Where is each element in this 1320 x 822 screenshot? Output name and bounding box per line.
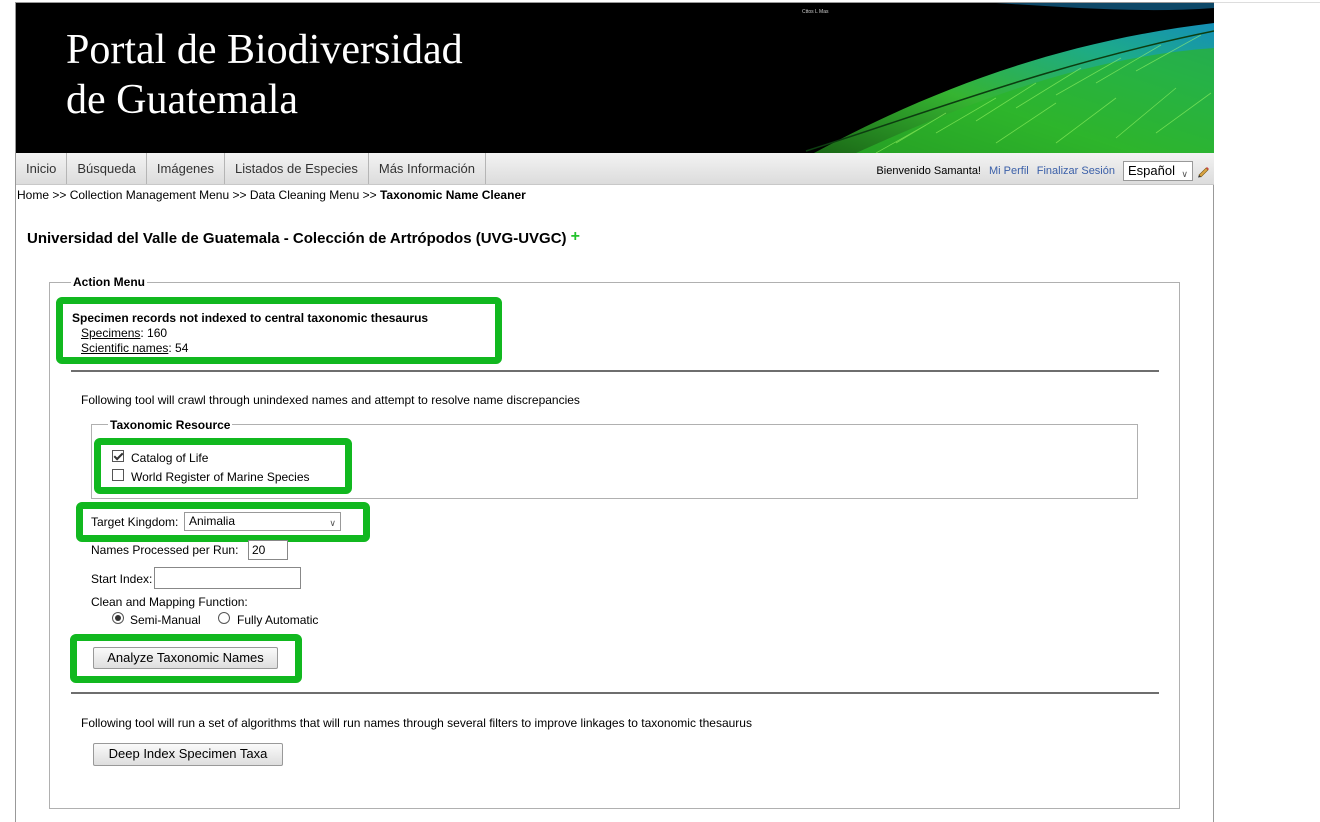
main-nav-bar: Inicio Búsqueda Imágenes Listados de Esp… bbox=[16, 153, 1214, 185]
nav-item-listados[interactable]: Listados de Especies bbox=[225, 153, 369, 184]
section-divider bbox=[71, 370, 1159, 372]
sci-names-stat: Scientific names: 54 bbox=[81, 341, 189, 355]
breadcrumb-current: Taxonomic Name Cleaner bbox=[379, 188, 526, 202]
site-title[interactable]: Portal de Biodiversidad de Guatemala bbox=[66, 25, 463, 125]
deep-index-specimen-taxa-button[interactable]: Deep Index Specimen Taxa bbox=[93, 743, 283, 766]
semi-manual-radio[interactable] bbox=[112, 612, 124, 624]
start-index-label: Start Index: bbox=[91, 572, 153, 586]
user-area: Bienvenido Samanta! Mi Perfil Finalizar … bbox=[876, 161, 1210, 181]
plus-icon[interactable]: + bbox=[571, 228, 580, 245]
collection-title-text: Universidad del Valle de Guatemala - Col… bbox=[27, 230, 567, 247]
target-kingdom-label: Target Kingdom: bbox=[91, 515, 179, 529]
specimens-link[interactable]: Specimens bbox=[81, 326, 140, 340]
names-per-run-input[interactable]: 20 bbox=[248, 540, 288, 560]
nav-item-busqueda[interactable]: Búsqueda bbox=[67, 153, 147, 184]
sci-names-count: 54 bbox=[175, 341, 189, 355]
action-menu-legend: Action Menu bbox=[71, 275, 147, 289]
nav-item-inicio[interactable]: Inicio bbox=[16, 153, 68, 184]
site-banner: Portal de Biodiversidad de Guatemala Ctt… bbox=[16, 3, 1214, 153]
top-divider bbox=[1214, 2, 1320, 3]
target-kingdom-value: Animalia bbox=[189, 514, 236, 528]
catalog-of-life-label: Catalog of Life bbox=[131, 451, 209, 465]
chevron-down-icon: ∨ bbox=[1181, 169, 1188, 179]
stats-title: Specimen records not indexed to central … bbox=[72, 311, 429, 325]
section-divider bbox=[71, 692, 1159, 694]
specimens-stat: Specimens: 160 bbox=[81, 326, 168, 340]
breadcrumb-separator: >> bbox=[52, 188, 67, 202]
quetzal-feather-image bbox=[805, 3, 1214, 153]
target-kingdom-select[interactable]: Animalia ∨ bbox=[184, 512, 341, 531]
fully-automatic-label: Fully Automatic bbox=[237, 613, 319, 627]
names-per-run-label: Names Processed per Run: bbox=[91, 543, 239, 557]
page-title: Universidad del Valle de Guatemala - Col… bbox=[27, 228, 580, 247]
worms-label: World Register of Marine Species bbox=[131, 470, 310, 484]
language-value: Español bbox=[1128, 163, 1175, 178]
worms-checkbox[interactable] bbox=[112, 469, 124, 481]
site-title-line1: Portal de Biodiversidad bbox=[66, 27, 463, 73]
semi-manual-label: Semi-Manual bbox=[130, 613, 201, 627]
tool1-description: Following tool will crawl through uninde… bbox=[81, 393, 580, 407]
profile-link[interactable]: Mi Perfil bbox=[989, 165, 1029, 177]
language-select[interactable]: Español ∨ bbox=[1123, 161, 1193, 181]
welcome-text: Bienvenido Samanta! bbox=[876, 165, 981, 177]
highlight-box-resources bbox=[94, 438, 352, 494]
sci-names-link[interactable]: Scientific names bbox=[81, 341, 168, 355]
breadcrumb-cleaning-menu[interactable]: Data Cleaning Menu bbox=[250, 188, 359, 202]
nav-item-mas-informacion[interactable]: Más Información bbox=[369, 153, 486, 184]
breadcrumb-separator: >> bbox=[362, 188, 377, 202]
breadcrumb-collection-menu[interactable]: Collection Management Menu bbox=[70, 188, 229, 202]
breadcrumb-home[interactable]: Home bbox=[17, 188, 49, 202]
nav-item-imagenes[interactable]: Imágenes bbox=[147, 153, 226, 184]
taxonomic-resource-legend: Taxonomic Resource bbox=[108, 418, 233, 432]
fully-automatic-radio[interactable] bbox=[218, 612, 230, 624]
tool2-description: Following tool will run a set of algorit… bbox=[81, 716, 752, 730]
specimens-count: 160 bbox=[147, 326, 168, 340]
start-index-input[interactable] bbox=[154, 567, 301, 589]
breadcrumb: Home >> Collection Management Menu >> Da… bbox=[17, 188, 526, 202]
nav-menu: Inicio Búsqueda Imágenes Listados de Esp… bbox=[16, 153, 486, 184]
chevron-down-icon: ∨ bbox=[329, 518, 336, 528]
analyze-taxonomic-names-button[interactable]: Analyze Taxonomic Names bbox=[93, 647, 278, 669]
catalog-of-life-checkbox[interactable] bbox=[112, 450, 124, 462]
clean-function-label: Clean and Mapping Function: bbox=[91, 595, 248, 609]
site-title-line2: de Guatemala bbox=[66, 77, 299, 123]
pencil-icon[interactable] bbox=[1196, 164, 1210, 178]
logout-link[interactable]: Finalizar Sesión bbox=[1037, 165, 1115, 177]
breadcrumb-separator: >> bbox=[232, 188, 247, 202]
